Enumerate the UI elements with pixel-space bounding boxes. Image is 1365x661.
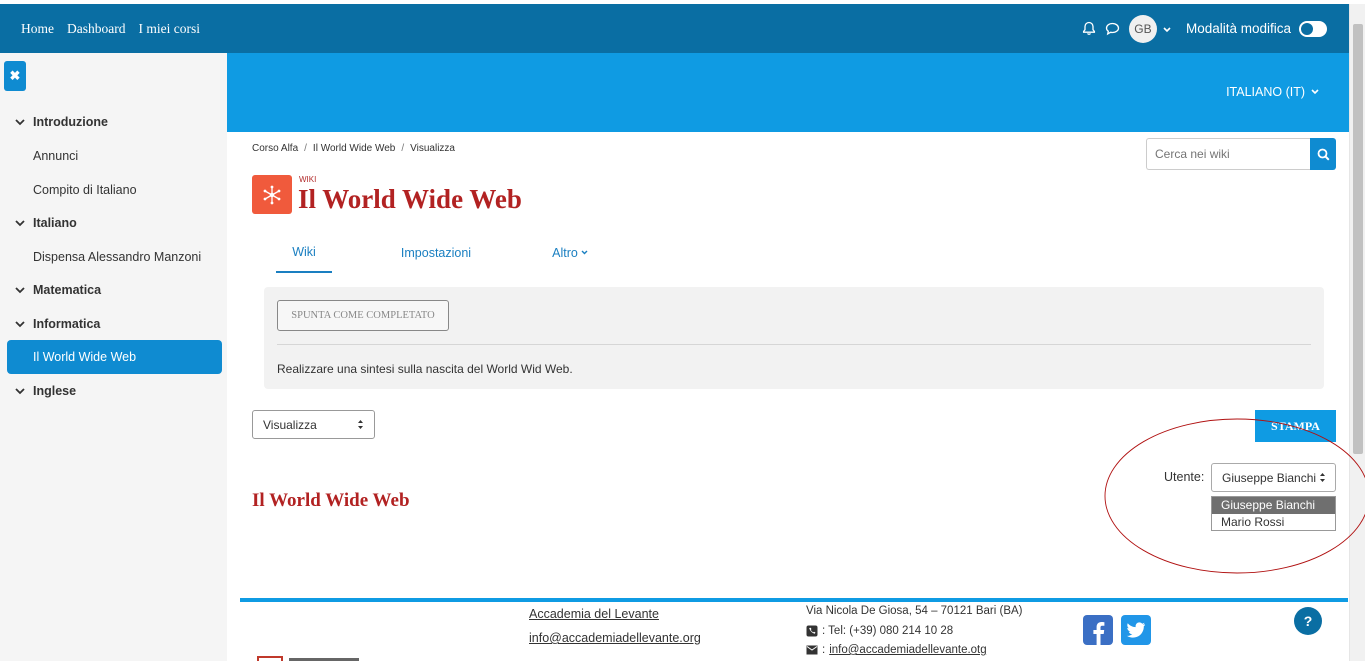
close-drawer-button[interactable]: ✖ xyxy=(4,61,26,91)
page-header-band: ITALIANO (IT) xyxy=(227,53,1349,132)
sidebar-item-label: Inglese xyxy=(33,384,77,398)
wiki-search xyxy=(1146,138,1336,170)
bell-icon[interactable] xyxy=(1079,19,1099,39)
activity-description: Realizzare una sintesi sulla nascita del… xyxy=(277,362,573,376)
sidebar-item-dispensa-manzoni[interactable]: Dispensa Alessandro Manzoni xyxy=(0,240,227,274)
footer-divider xyxy=(240,598,1348,602)
top-navbar: Home Dashboard I miei corsi GB Modalità … xyxy=(0,4,1349,53)
select-arrows-icon xyxy=(358,420,363,429)
footer-mail: : info@accademiadellevante.otg xyxy=(806,644,987,656)
wiki-search-input[interactable] xyxy=(1146,138,1310,170)
divider xyxy=(277,344,1311,345)
page-title: Il World Wide Web xyxy=(298,184,522,214)
help-button[interactable]: ? xyxy=(1294,607,1322,635)
chevron-down-icon[interactable] xyxy=(15,219,25,227)
edit-mode-toggle[interactable] xyxy=(1299,20,1327,37)
sidebar-item-label: Italiano xyxy=(33,216,77,230)
envelope-icon xyxy=(806,645,818,655)
red-ellipse-annotation xyxy=(1104,418,1365,574)
footer-email-link[interactable]: info@accademiadellevante.org xyxy=(529,631,701,645)
sidebar-section-inglese[interactable]: Inglese xyxy=(0,374,227,408)
footer-mail-link[interactable]: info@accademiadellevante.otg xyxy=(829,644,986,656)
sidebar-item-compito-di-italiano[interactable]: Compito di Italiano xyxy=(0,173,227,207)
twitter-icon[interactable] xyxy=(1121,615,1151,645)
sidebar-section-introduzione[interactable]: Introduzione xyxy=(0,105,227,139)
chevron-down-icon[interactable] xyxy=(15,286,25,294)
sidebar-item-label: Dispensa Alessandro Manzoni xyxy=(33,250,202,264)
breadcrumb-item[interactable]: Il World Wide Web xyxy=(313,143,395,154)
footer-mail-prefix: : xyxy=(822,644,826,656)
tab-more-label: Altro xyxy=(552,245,578,260)
sidebar-item-label: Matematica xyxy=(33,283,102,297)
view-select[interactable]: Visualizza xyxy=(252,410,375,439)
sidebar-section-matematica[interactable]: Matematica xyxy=(0,273,227,307)
tab-settings[interactable]: Impostazioni xyxy=(401,232,471,273)
wiki-module-icon xyxy=(252,175,292,214)
search-button[interactable] xyxy=(1310,138,1336,170)
footer-address: Via Nicola De Giosa, 54 – 70121 Bari (BA… xyxy=(806,605,1023,617)
sidebar-item-label: Compito di Italiano xyxy=(33,183,137,197)
chevron-down-icon[interactable] xyxy=(15,118,25,126)
sidebar-item-label: Introduzione xyxy=(33,115,108,129)
breadcrumb-item: Visualizza xyxy=(410,143,455,154)
breadcrumb-item[interactable]: Corso Alfa xyxy=(252,143,298,154)
nav-my-courses-link[interactable]: I miei corsi xyxy=(138,21,199,37)
user-menu-chevron-down-icon[interactable] xyxy=(1163,22,1171,36)
wiki-page-title: Il World Wide Web xyxy=(252,490,410,511)
breadcrumb-separator: / xyxy=(304,143,307,154)
sidebar-item-label: Il World Wide Web xyxy=(33,350,137,364)
chevron-down-icon xyxy=(581,250,588,255)
footer-org-link[interactable]: Accademia del Levante xyxy=(529,607,659,621)
sidebar-section-informatica[interactable]: Informatica xyxy=(0,307,227,341)
nav-links: Home Dashboard I miei corsi xyxy=(21,4,200,53)
course-index-sidebar: ✖ Introduzione Annunci Compito di Italia… xyxy=(0,53,227,661)
breadcrumb-separator: / xyxy=(401,143,405,154)
sidebar-item-world-wide-web[interactable]: Il World Wide Web xyxy=(7,340,222,374)
sidebar-section-italiano[interactable]: Italiano xyxy=(0,206,227,240)
footer-phone: : Tel: (+39) 080 214 10 28 xyxy=(806,625,953,637)
nav-right: GB Modalità modifica xyxy=(1079,4,1327,53)
breadcrumb: Corso Alfa / Il World Wide Web / Visuali… xyxy=(252,143,455,154)
close-icon: ✖ xyxy=(9,68,21,83)
module-type-label: WIKI xyxy=(299,175,317,184)
chevron-down-icon[interactable] xyxy=(15,387,25,395)
footer-phone-text: : Tel: (+39) 080 214 10 28 xyxy=(822,625,954,637)
chevron-down-icon xyxy=(1311,89,1319,95)
secondary-navigation: Wiki Impostazioni Altro xyxy=(276,232,590,273)
sidebar-item-annunci[interactable]: Annunci xyxy=(0,139,227,173)
phone-icon xyxy=(806,625,818,637)
view-select-value: Visualizza xyxy=(263,417,317,432)
tab-wiki[interactable]: Wiki xyxy=(276,232,332,273)
chat-bubble-icon[interactable] xyxy=(1103,19,1123,39)
scrollbar-thumb[interactable] xyxy=(1353,24,1363,454)
user-avatar[interactable]: GB xyxy=(1128,14,1157,43)
mark-as-done-button[interactable]: SPUNTA COME COMPLETATO xyxy=(277,300,449,331)
facebook-icon[interactable] xyxy=(1083,615,1113,645)
tab-more[interactable]: Altro xyxy=(550,232,590,273)
sidebar-item-label: Informatica xyxy=(33,317,101,331)
edit-mode-label: Modalità modifica xyxy=(1185,21,1291,36)
chevron-down-icon[interactable] xyxy=(15,320,25,328)
activity-information: SPUNTA COME COMPLETATO Realizzare una si… xyxy=(264,287,1324,389)
nav-dashboard-link[interactable]: Dashboard xyxy=(67,21,125,37)
nav-home-link[interactable]: Home xyxy=(21,21,54,37)
search-icon xyxy=(1317,148,1330,161)
sidebar-item-label: Annunci xyxy=(33,149,79,163)
language-label: ITALIANO (IT) xyxy=(1226,85,1305,99)
language-menu[interactable]: ITALIANO (IT) xyxy=(1226,85,1319,99)
footer-logo xyxy=(257,656,359,661)
